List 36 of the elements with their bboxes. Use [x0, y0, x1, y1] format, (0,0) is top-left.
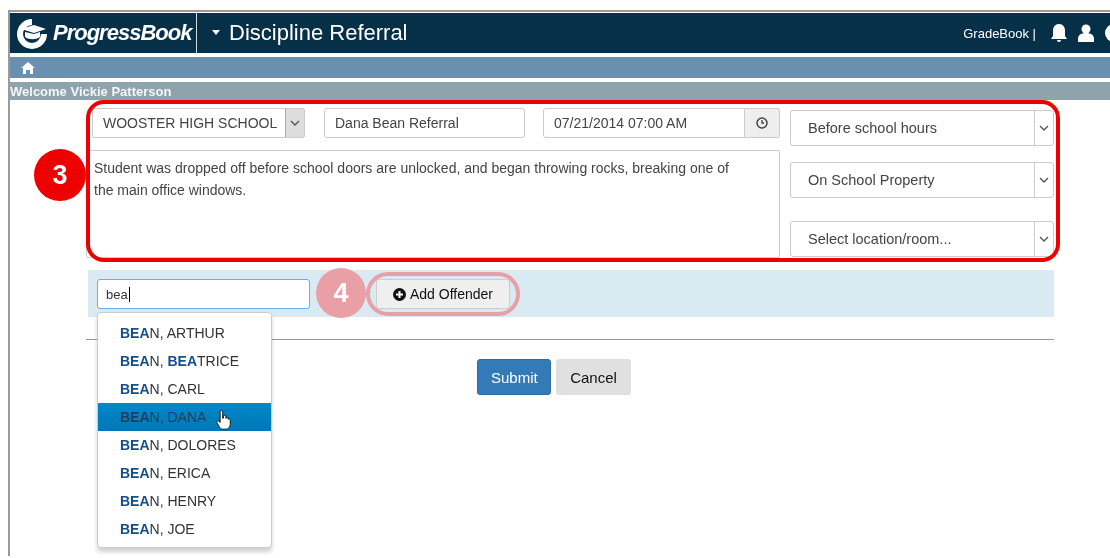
suggestion-item[interactable]: BEAN, CARL: [98, 375, 271, 403]
suggestion-item[interactable]: BEAN, ERICA: [98, 459, 271, 487]
step-badge: 3: [34, 149, 86, 201]
student-search-field[interactable]: bea: [97, 279, 310, 309]
suggestion-item[interactable]: BEAN, HENRY: [98, 487, 271, 515]
cancel-button[interactable]: Cancel: [556, 359, 631, 395]
chevron-down-icon: [1039, 177, 1049, 183]
caret-icon[interactable]: [211, 30, 221, 36]
date-time-field[interactable]: 07/21/2014 07:00 AM: [543, 108, 745, 138]
gradebook-link[interactable]: GradeBook |: [963, 25, 1036, 41]
suggestion-item[interactable]: BEAN, JOE: [98, 515, 271, 543]
suggestion-item[interactable]: BEAN, BEATRICE: [98, 347, 271, 375]
suggestion-item[interactable]: BEAN, DOLORES: [98, 431, 271, 459]
plus-circle-icon: [393, 287, 406, 301]
referral-name-field[interactable]: Dana Bean Referral: [324, 108, 525, 138]
dropdown-select[interactable]: Select location/room...: [790, 221, 1054, 257]
hand-cursor-icon: [216, 410, 231, 430]
chevron-down-icon: [290, 120, 300, 126]
dropdown-select[interactable]: Before school hours: [790, 110, 1054, 146]
logo-text[interactable]: ProgressBook: [53, 20, 192, 46]
page-title: Discipline Referral: [229, 20, 408, 46]
chevron-down-icon: [1039, 125, 1049, 131]
clock-button[interactable]: [745, 108, 780, 138]
add-offender-button[interactable]: Add Offender: [376, 279, 510, 309]
home-icon[interactable]: [21, 61, 35, 74]
clock-icon: [756, 117, 768, 129]
bell-icon[interactable]: [1050, 23, 1068, 43]
description-field[interactable]: Student was dropped off before school doors are unlocked, and began throwing rocks, breaking one of the main office windows.: [86, 150, 780, 258]
submit-button[interactable]: Submit: [477, 359, 551, 395]
chevron-down-icon: [1039, 236, 1049, 242]
logo-icon: [15, 17, 49, 49]
suggestion-item[interactable]: BEAN, ARTHUR: [98, 319, 271, 347]
school-select[interactable]: WOOSTER HIGH SCHOOL: [92, 108, 305, 138]
dropdown-select[interactable]: On School Property: [790, 162, 1054, 198]
welcome-text: Welcome Vickie Patterson: [10, 83, 172, 99]
user-icon[interactable]: [1078, 24, 1094, 42]
